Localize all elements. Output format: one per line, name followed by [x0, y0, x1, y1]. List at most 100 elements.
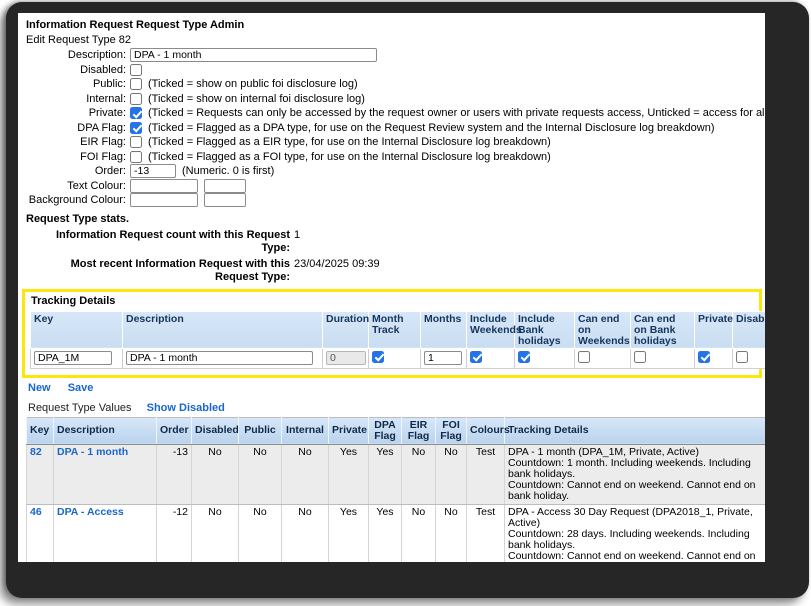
internal-label: Internal:	[86, 92, 126, 105]
tracking-can-end-bank-holidays-checkbox[interactable]	[634, 350, 646, 363]
tracking-key-input[interactable]	[34, 351, 113, 365]
row-description-link[interactable]: DPA - 1 month	[57, 446, 128, 458]
private-label: Private:	[88, 107, 126, 120]
values-column-header: Order	[156, 417, 192, 445]
tracking-detail-line: Countdown: 28 days. Including weekends. …	[508, 527, 750, 551]
tracking-column-header: Month Track	[368, 310, 421, 349]
save-link[interactable]: Save	[68, 382, 94, 394]
values-header-row: Key Description Order Disabled Public Interna…	[26, 417, 765, 445]
tracking-include-weekends-checkbox[interactable]	[470, 350, 482, 363]
form-row-public: Public: (Ticked = show on public foi dis…	[26, 77, 759, 92]
row-disabled: No	[191, 504, 239, 562]
description-input[interactable]	[130, 48, 377, 63]
row-tracking-details: DPA - Access 30 Day Request (DPA2018_1, …	[504, 504, 765, 562]
tracking-column-header: Include Weekends	[466, 310, 522, 349]
row-key-link[interactable]: 46	[30, 506, 42, 518]
values-column-header: Private	[328, 417, 369, 445]
row-disabled: No	[191, 444, 239, 505]
foi-flag-hint: (Ticked = Flagged as a FOI type, for use…	[148, 150, 551, 163]
row-eir-flag: No	[401, 504, 436, 562]
tracking-column-header: Description	[122, 310, 323, 349]
row-private: Yes	[328, 444, 369, 505]
tracking-duration-input	[326, 351, 366, 365]
row-eir-flag: No	[401, 444, 436, 505]
private-checkbox[interactable]	[130, 107, 142, 120]
row-description-link[interactable]: DPA - Access	[57, 506, 124, 518]
order-input[interactable]	[130, 164, 176, 179]
background-colour-preview-input[interactable]	[204, 193, 246, 208]
values-column-header: Key	[26, 417, 54, 445]
stats-count-label: Information Request count with this Requ…	[55, 228, 290, 254]
values-column-header: DPA Flag	[368, 417, 402, 445]
text-colour-preview-input[interactable]	[204, 178, 246, 193]
description-label: Description:	[67, 49, 126, 62]
values-column-header: Colours	[466, 417, 510, 445]
tracking-months-input[interactable]	[424, 351, 462, 365]
row-internal: No	[281, 504, 329, 562]
tracking-can-end-weekends-checkbox[interactable]	[578, 350, 590, 363]
form-row-foi-flag: FOI Flag: (Ticked = Flagged as a FOI typ…	[26, 150, 759, 165]
row-public: No	[238, 504, 282, 562]
stats-row-most-recent: Most recent Information Request with thi…	[26, 258, 759, 284]
tracking-actions: New Save	[28, 382, 759, 394]
form-row-order: Order: (Numeric. 0 is first)	[26, 164, 759, 179]
private-hint: (Ticked = Requests can only be accessed …	[148, 107, 765, 120]
tracking-details-edit-row	[30, 347, 765, 369]
show-disabled-link[interactable]: Show Disabled	[147, 402, 225, 414]
tracking-column-header: Private	[694, 310, 733, 349]
edit-request-type-subtitle: Edit Request Type 82	[26, 34, 131, 46]
form-row-eir-flag: EIR Flag: (Ticked = Flagged as a EIR typ…	[26, 135, 759, 150]
tracking-column-header: Can end on Bank holidays	[630, 310, 695, 349]
values-column-header: Tracking Details	[504, 417, 765, 445]
tracking-details-heading: Tracking Details	[31, 294, 116, 307]
tracking-details-table: Key Description Duration Month Track Months I…	[30, 310, 765, 369]
window-frame: Information Request Request Type Admin E…	[6, 2, 809, 598]
eir-flag-checkbox[interactable]	[130, 136, 142, 149]
tracking-column-header: Key	[30, 310, 123, 349]
public-label: Public:	[92, 78, 126, 91]
row-internal: No	[281, 444, 329, 505]
stats-count-value: 1	[294, 228, 301, 241]
background-colour-input[interactable]	[130, 193, 198, 208]
tracking-include-bank-holidays-checkbox[interactable]	[518, 350, 530, 363]
values-column-header: FOI Flag	[435, 417, 467, 445]
row-private: Yes	[328, 504, 369, 562]
page-title: Information Request Request Type Admin	[26, 19, 245, 31]
disabled-checkbox[interactable]	[130, 63, 142, 76]
row-order: -12	[156, 504, 192, 562]
new-link[interactable]: New	[28, 382, 51, 394]
tracking-detail-line: DPA - Access 30 Day Request (DPA2018_1, …	[508, 505, 753, 529]
row-foi-flag: No	[435, 444, 467, 505]
table-row: 82 DPA - 1 month -13 No No No Yes Yes No No Test DP…	[26, 444, 765, 505]
row-public: No	[238, 444, 282, 505]
form-row-internal: Internal: (Ticked = show on internal foi…	[26, 92, 759, 107]
edit-form: Description: Disabled: Public: (Ticked =…	[26, 48, 765, 208]
values-column-header: Disabled	[191, 417, 239, 445]
foi-flag-checkbox[interactable]	[130, 150, 142, 163]
row-colours-test: Test	[466, 444, 505, 505]
disabled-label: Disabled:	[80, 63, 126, 76]
public-checkbox[interactable]	[130, 78, 142, 91]
tracking-description-input[interactable]	[126, 351, 314, 365]
values-heading-row: Request Type Values Show Disabled	[28, 402, 759, 415]
tracking-details-header-row: Key Description Duration Month Track Months I…	[30, 310, 765, 349]
values-column-header: Description	[53, 417, 157, 445]
background-colour-label: Background Colour:	[28, 194, 126, 207]
values-table-body: 82 DPA - 1 month -13 No No No Yes Yes No No Test DP…	[26, 444, 765, 562]
dpa-flag-checkbox[interactable]	[130, 121, 142, 134]
foi-flag-label: FOI Flag:	[80, 150, 126, 163]
row-dpa-flag: Yes	[368, 504, 402, 562]
admin-page: Information Request Request Type Admin E…	[18, 13, 765, 562]
tracking-column-header: Months	[420, 310, 467, 349]
tracking-disabled-checkbox[interactable]	[736, 350, 748, 363]
tracking-private-checkbox[interactable]	[698, 350, 710, 363]
dpa-flag-label: DPA Flag:	[77, 121, 126, 134]
row-key-link[interactable]: 82	[30, 446, 42, 458]
internal-checkbox[interactable]	[130, 92, 142, 105]
tracking-month-track-checkbox[interactable]	[372, 350, 384, 363]
row-tracking-details: DPA - 1 month (DPA_1M, Private, Active) C…	[504, 444, 765, 505]
text-colour-input[interactable]	[130, 178, 198, 193]
tracking-detail-line: Countdown: 1 month. Including weekends. …	[508, 456, 751, 480]
text-colour-label: Text Colour:	[67, 179, 126, 192]
tracking-column-header: Disabled	[732, 310, 765, 349]
